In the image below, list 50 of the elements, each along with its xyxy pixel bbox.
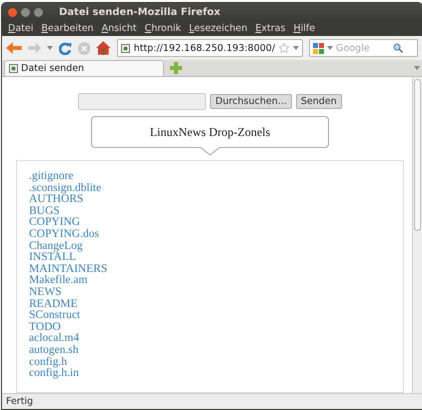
file-link[interactable]: README xyxy=(29,298,78,310)
file-link[interactable]: SConstruct xyxy=(29,310,80,322)
dropdown-icon[interactable] xyxy=(293,46,300,50)
close-icon[interactable] xyxy=(8,8,17,16)
file-link[interactable]: NEWS xyxy=(29,286,62,299)
browse-button[interactable]: Durchsuchen... xyxy=(210,94,292,109)
file-path-field[interactable] xyxy=(78,93,206,110)
search-engine-icon[interactable] xyxy=(313,42,324,54)
file-link[interactable]: BUGS xyxy=(29,206,60,218)
page-icon xyxy=(120,44,130,52)
menu-item[interactable]: Lesezeichen xyxy=(189,23,248,34)
drop-zone-title: LinuxNews Drop-Zonels xyxy=(150,124,270,140)
window-title: Datei senden-Mozilla Firefox xyxy=(59,6,220,18)
status-text: Fertig xyxy=(6,396,34,407)
file-link[interactable]: ChangeLog xyxy=(29,240,83,252)
star-icon[interactable] xyxy=(279,43,290,53)
send-button[interactable]: Senden xyxy=(296,94,342,109)
file-link[interactable]: config.h.in xyxy=(29,368,79,380)
file-link[interactable]: Makefile.am xyxy=(29,275,88,287)
file-link[interactable]: INSTALL xyxy=(29,252,76,264)
dropdown-icon[interactable] xyxy=(47,46,53,50)
menu-item[interactable]: Ansicht xyxy=(102,23,137,34)
menu-item[interactable]: Hilfe xyxy=(293,23,316,34)
menu-item[interactable]: Extras xyxy=(255,23,286,34)
file-link[interactable]: MAINTAINERS xyxy=(29,264,108,276)
home-icon[interactable] xyxy=(96,41,111,55)
address-bar[interactable]: http://192.168.250.193:8000/ xyxy=(116,39,304,57)
file-link[interactable]: TODO xyxy=(29,322,61,334)
file-link[interactable]: .gitignore xyxy=(29,171,74,183)
tab-list-icon[interactable] xyxy=(414,66,420,70)
file-link[interactable]: COPYING xyxy=(29,217,80,229)
file-link[interactable]: COPYING.dos xyxy=(29,228,99,241)
back-icon[interactable] xyxy=(6,42,22,54)
file-link[interactable]: config.h xyxy=(29,356,68,368)
search-field[interactable]: Google xyxy=(309,39,418,57)
page-icon xyxy=(9,64,18,73)
search-icon[interactable] xyxy=(393,43,404,53)
dropdown-icon[interactable] xyxy=(327,46,334,50)
menu-item[interactable]: Chronik xyxy=(144,23,182,34)
file-link[interactable]: autogen.sh xyxy=(29,344,79,356)
new-tab-icon[interactable] xyxy=(170,62,182,74)
menu-item[interactable]: Bearbeiten xyxy=(41,23,94,34)
menu-item[interactable]: Datei xyxy=(8,23,34,34)
stop-icon[interactable] xyxy=(78,42,90,54)
browser-tab[interactable]: Datei senden xyxy=(4,60,164,76)
reload-icon[interactable] xyxy=(58,42,72,54)
file-link[interactable]: .sconsign.dblite xyxy=(29,182,102,194)
file-link[interactable]: aclocal.m4 xyxy=(29,333,80,345)
file-link[interactable]: AUTHORS xyxy=(29,194,84,206)
scrollbar-thumb[interactable] xyxy=(414,79,421,231)
